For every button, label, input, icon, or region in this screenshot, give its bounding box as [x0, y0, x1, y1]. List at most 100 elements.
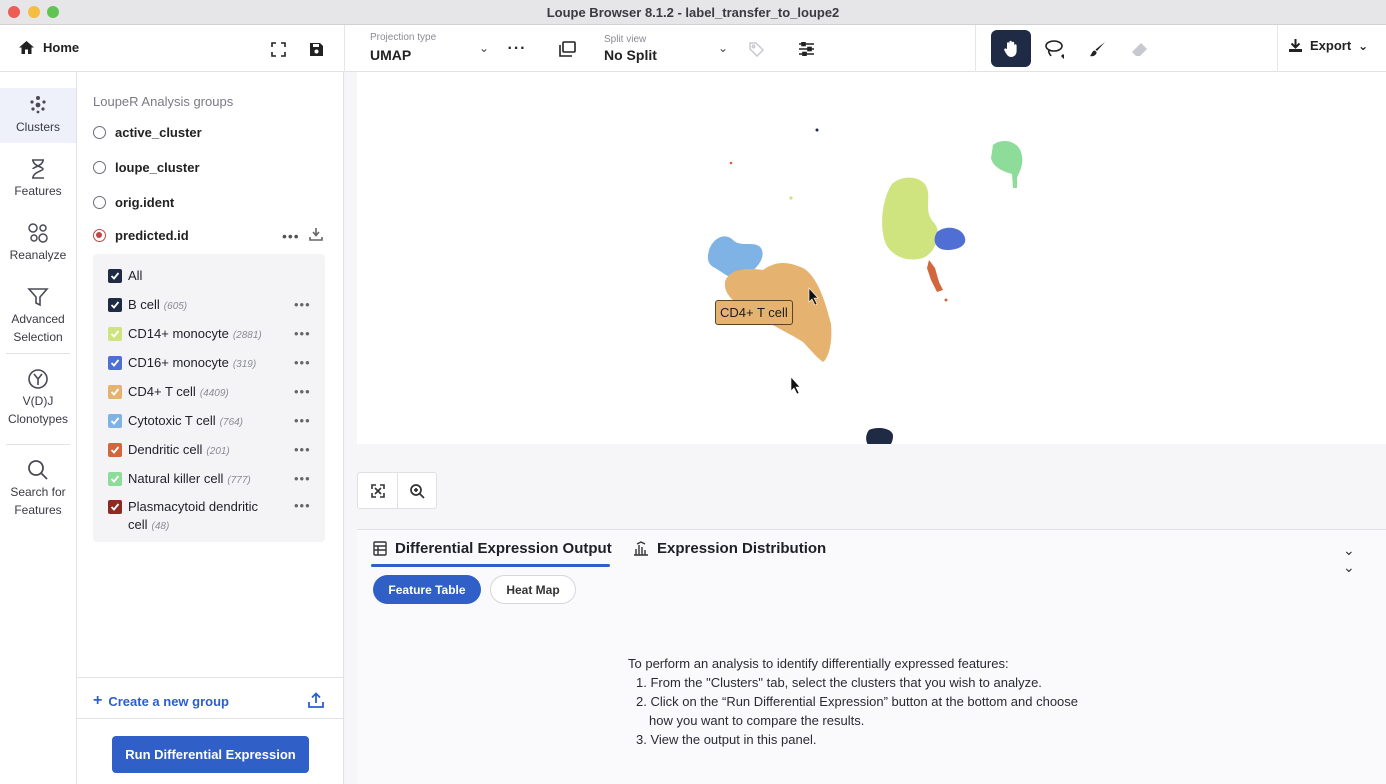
checkbox[interactable]: [108, 443, 122, 457]
category-more-button[interactable]: •••: [294, 471, 311, 486]
fullscreen-button[interactable]: [268, 39, 288, 59]
category-label: CD16+ monocyte: [128, 355, 229, 370]
run-differential-expression-button[interactable]: Run Differential Expression: [112, 736, 309, 773]
tab-differential-expression[interactable]: Differential Expression Output: [373, 540, 612, 557]
category-count: (605): [163, 301, 188, 312]
rail-divider: [6, 444, 70, 445]
sliders-icon: [798, 42, 814, 56]
category-more-button[interactable]: •••: [294, 442, 311, 457]
category-row[interactable]: B cell (605): [108, 297, 187, 312]
checkmark-icon: [110, 272, 120, 280]
tab-expression-distribution[interactable]: Expression Distribution: [633, 540, 826, 557]
eraser-tool-button[interactable]: [1129, 39, 1149, 59]
category-row[interactable]: CD4+ T cell (4409): [108, 384, 229, 399]
funnel-icon: [27, 288, 49, 307]
tag-icon: [748, 41, 764, 57]
checkmark-icon: [110, 446, 120, 454]
nav-search-features[interactable]: Search for Features: [0, 459, 76, 519]
category-label: Cytotoxic T cell: [128, 413, 216, 428]
brush-icon: [1089, 41, 1105, 56]
checkbox[interactable]: [108, 414, 122, 428]
projection-more-button[interactable]: ···: [507, 39, 527, 59]
hourglass-icon: [32, 159, 44, 179]
fit-view-icon[interactable]: [371, 484, 385, 498]
instructions-step: 2. Click on the “Run Differential Expres…: [636, 694, 1079, 709]
left-navigation-rail: Clusters Features Reanalyze Advanced Sel…: [0, 72, 77, 784]
cd14-monocyte-cluster: [882, 177, 938, 260]
nav-label: Clusters: [15, 120, 60, 134]
category-more-button[interactable]: •••: [294, 384, 311, 399]
nav-clusters[interactable]: Clusters: [0, 88, 76, 143]
checkbox[interactable]: [108, 327, 122, 341]
plus-icon: +: [93, 692, 103, 709]
download-icon[interactable]: [309, 227, 323, 241]
chevron-down-icon: ⌄: [718, 41, 729, 55]
category-row[interactable]: Cytotoxic T cell (764): [108, 413, 243, 428]
filter-settings-button[interactable]: [796, 39, 816, 59]
nav-advanced-selection[interactable]: Advanced Selection: [0, 286, 76, 346]
antibody-icon: [28, 369, 48, 389]
natural-killer-cluster: [991, 140, 1023, 188]
checkbox[interactable]: [108, 356, 122, 370]
category-more-button[interactable]: •••: [294, 326, 311, 341]
group-radio-active-cluster[interactable]: active_cluster: [93, 125, 202, 140]
layers-button[interactable]: [557, 39, 577, 59]
nav-label: Advanced Selection: [11, 312, 65, 344]
upload-icon[interactable]: [308, 692, 324, 708]
radio-button[interactable]: [93, 126, 106, 139]
zoom-in-icon[interactable]: [410, 484, 425, 499]
category-row[interactable]: Plasmacytoid dendritic cell (48): [108, 498, 258, 536]
nav-reanalyze[interactable]: Reanalyze: [0, 222, 76, 264]
export-button[interactable]: Export ⌄: [1288, 38, 1368, 53]
category-row[interactable]: Dendritic cell (201): [108, 442, 230, 457]
heat-map-button[interactable]: Heat Map: [490, 575, 576, 604]
category-all[interactable]: All: [108, 268, 142, 283]
radio-button[interactable]: [93, 161, 106, 174]
home-button[interactable]: Home: [18, 40, 79, 55]
save-button[interactable]: [306, 39, 326, 59]
checkbox[interactable]: [108, 269, 122, 283]
category-more-button[interactable]: •••: [294, 498, 311, 513]
umap-plot[interactable]: CD4+ T cell: [357, 72, 1386, 483]
category-label: B cell: [128, 297, 160, 312]
nav-features[interactable]: Features: [0, 158, 76, 200]
category-label: CD4+ T cell: [128, 384, 196, 399]
checkbox[interactable]: [108, 298, 122, 312]
group-label: predicted.id: [115, 228, 189, 243]
lasso-tool-button[interactable]: [1044, 39, 1064, 59]
checkbox[interactable]: [108, 472, 122, 486]
clusters-icon: [30, 96, 46, 114]
brush-tool-button[interactable]: [1087, 39, 1107, 59]
category-row[interactable]: CD16+ monocyte (319): [108, 355, 256, 370]
group-more-button[interactable]: •••: [282, 228, 300, 244]
category-row[interactable]: CD14+ monocyte (2881): [108, 326, 262, 341]
create-group-button[interactable]: + Create a new group: [93, 692, 229, 710]
category-more-button[interactable]: •••: [294, 413, 311, 428]
pan-tool-button[interactable]: [991, 30, 1031, 67]
radio-button[interactable]: [93, 229, 106, 242]
main-area: CD4+ T cell Differential Expression Outp…: [345, 72, 1386, 784]
projection-type-value: UMAP: [370, 47, 412, 63]
category-count: (4409): [199, 388, 229, 399]
umap-scatter[interactable]: [357, 72, 1386, 483]
nav-vdj-clonotypes[interactable]: V(D)J Clonotypes: [0, 368, 76, 428]
group-radio-loupe-cluster[interactable]: loupe_cluster: [93, 160, 200, 175]
group-radio-orig-ident[interactable]: orig.ident: [93, 195, 174, 210]
instructions-step-continued: how you want to compare the results.: [649, 713, 865, 728]
category-row[interactable]: Natural killer cell (777): [108, 471, 251, 486]
checkbox[interactable]: [108, 500, 122, 514]
panel-divider: [77, 718, 344, 719]
chevron-down-icon: ⌄: [479, 41, 490, 55]
radio-button[interactable]: [93, 196, 106, 209]
group-radio-predicted-id[interactable]: predicted.id: [93, 228, 189, 243]
projection-type-label: Projection type: [370, 32, 437, 43]
title-bar: Loupe Browser 8.1.2 - label_transfer_to_…: [0, 0, 1386, 25]
checkbox[interactable]: [108, 385, 122, 399]
tag-button[interactable]: [746, 39, 766, 59]
feature-table-button[interactable]: Feature Table: [373, 575, 481, 604]
category-more-button[interactable]: •••: [294, 355, 311, 370]
collapse-panel-icon[interactable]: ⌄ ⌄: [1343, 542, 1355, 576]
main-toolbar: Home Projection type UMAP ⌄ ··· Split vi…: [0, 25, 1386, 72]
instructions-intro: To perform an analysis to identify diffe…: [628, 656, 1009, 671]
category-more-button[interactable]: •••: [294, 297, 311, 312]
